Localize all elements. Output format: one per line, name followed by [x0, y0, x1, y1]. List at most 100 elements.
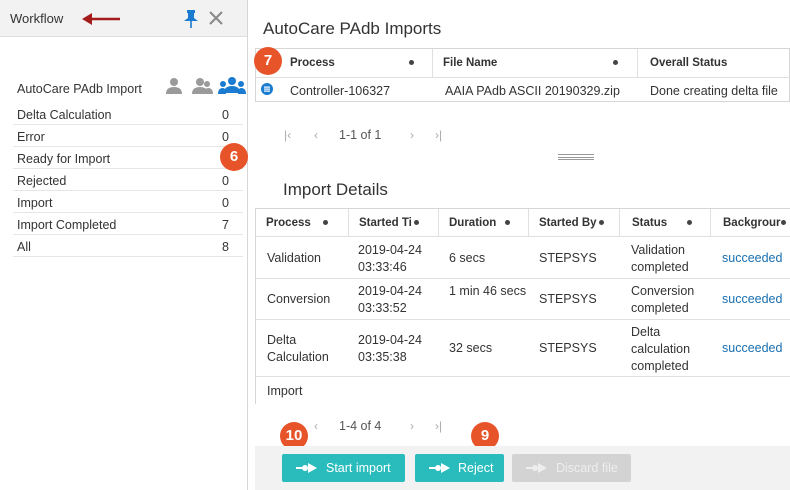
duration-cell: 6 secs	[449, 251, 486, 265]
file-name-cell: AAIA PAdb ASCII 20190329.zip	[445, 84, 620, 98]
imports-pager: |‹ ‹ 1-1 of 1 › ›|	[284, 128, 484, 144]
next-page-button[interactable]: ›	[410, 419, 414, 433]
table-row[interactable]: Controller-106327 AAIA PAdb ASCII 201903…	[256, 77, 790, 102]
next-page-button[interactable]: ›	[410, 128, 414, 142]
workflow-title: Workflow	[10, 11, 64, 26]
red-arrow-annotation-icon	[82, 13, 120, 25]
table-row[interactable]: Conversion 2019-04-24 03:33:52 1 min 46 …	[256, 279, 790, 320]
prev-page-button[interactable]: ‹	[314, 419, 318, 433]
workflow-state-item[interactable]: Delta Calculation 0	[13, 103, 243, 125]
status-cell: Delta calculation completed	[631, 325, 691, 373]
imports-title: AutoCare PAdb Imports	[263, 19, 442, 38]
table-row[interactable]: Delta Calculation 2019-04-24 03:35:38 32…	[256, 320, 790, 377]
close-icon[interactable]	[207, 9, 225, 27]
state-label: Error	[17, 130, 45, 144]
state-label: Rejected	[17, 174, 67, 188]
column-header-background[interactable]: Backgrour	[711, 209, 790, 237]
status-cell: Validation completed	[631, 243, 689, 274]
state-label: Import	[17, 196, 53, 210]
column-header-file-name[interactable]: File Name	[433, 49, 638, 77]
last-page-button[interactable]: ›|	[435, 419, 442, 433]
state-label: Ready for Import	[17, 152, 111, 166]
arrow-right-icon	[429, 463, 450, 473]
started-time-cell: 2019-04-24 03:35:38	[358, 333, 422, 364]
column-header-process[interactable]: Process	[256, 49, 433, 77]
state-count: 0	[222, 174, 229, 188]
arrow-right-icon	[526, 463, 547, 473]
users-group-icon[interactable]	[218, 76, 246, 96]
imports-table: Process File Name Overall Status Control…	[255, 48, 790, 102]
workflow-state-item[interactable]: Import 0	[13, 191, 243, 213]
column-header-status[interactable]: Status	[620, 209, 711, 237]
main-panel: AutoCare PAdb Imports Process File Name …	[249, 0, 790, 490]
column-menu-icon[interactable]	[414, 220, 419, 225]
users-icon[interactable]	[190, 76, 214, 96]
column-header-started-time[interactable]: Started Ti	[349, 209, 439, 237]
last-page-button[interactable]: ›|	[435, 128, 442, 142]
workflow-state-item[interactable]: Ready for Import1	[13, 147, 243, 169]
started-by-cell: STEPSYS	[539, 292, 597, 306]
background-process-link[interactable]: succeeded	[722, 340, 782, 357]
column-menu-icon[interactable]	[505, 220, 510, 225]
user-icon[interactable]	[162, 76, 186, 96]
page-info: 1-1 of 1	[339, 128, 382, 142]
background-process-link[interactable]: succeeded	[722, 291, 782, 308]
state-count: 7	[222, 218, 229, 232]
column-menu-icon[interactable]	[409, 60, 414, 65]
column-header-overall-status[interactable]: Overall Status	[638, 49, 790, 77]
started-time-cell: 2019-04-24 03:33:46	[358, 243, 422, 274]
workflow-state-item[interactable]: All 8	[13, 235, 243, 257]
discard-file-label: Discard file	[556, 461, 618, 475]
workflow-state-item[interactable]: Rejected 0	[13, 169, 243, 191]
prev-page-button[interactable]: ‹	[314, 128, 318, 142]
process-cell: Validation	[267, 251, 321, 265]
state-count: 0	[222, 130, 229, 144]
callout-badge: 7	[254, 47, 282, 75]
started-by-cell: STEPSYS	[539, 341, 597, 355]
started-by-cell: STEPSYS	[539, 251, 597, 265]
process-cell: Controller-106327	[290, 84, 391, 98]
column-menu-icon[interactable]	[613, 60, 618, 65]
state-label: All	[17, 240, 31, 254]
state-count: 8	[222, 240, 229, 254]
process-cell: Delta Calculation	[267, 333, 329, 364]
state-label: Import Completed	[17, 218, 117, 232]
process-cell: Import	[267, 384, 303, 398]
state-count: 0	[222, 108, 229, 122]
workflow-header: Workflow	[0, 0, 247, 37]
page-info: 1-4 of 4	[339, 419, 382, 433]
import-details-title: Import Details	[283, 180, 388, 199]
table-row[interactable]: Validation 2019-04-24 03:33:46 6 secs ST…	[256, 238, 790, 279]
column-menu-icon[interactable]	[323, 220, 328, 225]
column-header-process[interactable]: Process	[256, 209, 349, 237]
resize-splitter[interactable]	[558, 154, 594, 160]
state-count: 0	[222, 196, 229, 210]
callout-badge: 6	[220, 143, 248, 171]
duration-cell: 1 min 46 secs	[449, 284, 527, 298]
background-process-link[interactable]: succeeded	[722, 250, 782, 267]
started-time-cell: 2019-04-24 03:33:52	[358, 284, 422, 315]
column-header-started-by[interactable]: Started By	[529, 209, 620, 237]
discard-file-button[interactable]: Discard file	[512, 454, 631, 482]
workflow-state-item[interactable]: Import Completed 7	[13, 213, 243, 235]
column-menu-icon[interactable]	[781, 220, 786, 225]
status-cell: Conversion completed	[631, 284, 695, 315]
start-import-button[interactable]: Start import	[282, 454, 405, 482]
table-row[interactable]: Import	[256, 377, 790, 404]
pin-icon[interactable]	[182, 9, 200, 29]
column-header-duration[interactable]: Duration	[439, 209, 529, 237]
state-label: Delta Calculation	[17, 108, 112, 122]
column-menu-icon[interactable]	[687, 220, 692, 225]
first-page-button[interactable]: |‹	[284, 128, 291, 142]
process-cell: Conversion	[267, 292, 331, 306]
overall-status-cell: Done creating delta file	[650, 84, 778, 98]
column-menu-icon[interactable]	[599, 220, 604, 225]
workflow-panel: Workflow AutoCare PAdb Import Delta Calc…	[0, 0, 248, 490]
workflow-state-item[interactable]: Error 0	[13, 125, 243, 147]
workflow-state-list: Delta Calculation 0 Error 0 Ready for Impo…	[13, 103, 243, 257]
reject-label: Reject	[458, 461, 494, 475]
start-import-label: Start import	[326, 461, 391, 475]
action-bar: Start import Reject Discard file	[255, 446, 790, 490]
reject-button[interactable]: Reject	[415, 454, 504, 482]
process-status-icon	[261, 83, 273, 95]
